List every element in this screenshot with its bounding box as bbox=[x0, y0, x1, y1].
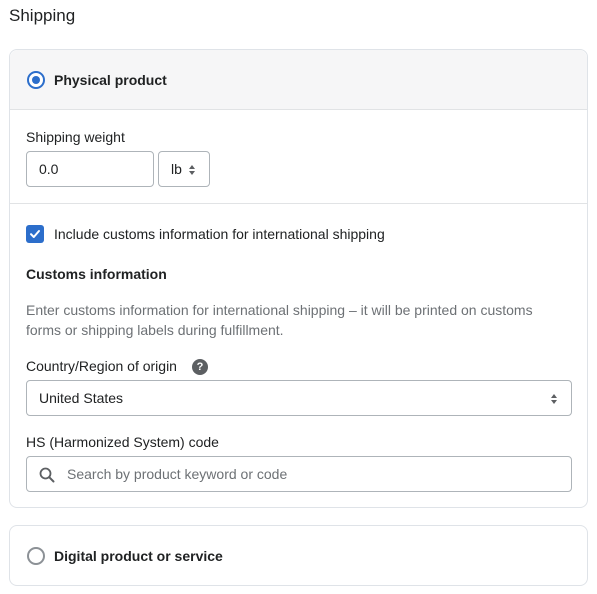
customs-checkbox[interactable] bbox=[26, 225, 44, 243]
digital-product-label: Digital product or service bbox=[54, 548, 223, 564]
checkmark-icon bbox=[30, 230, 40, 238]
country-origin-select[interactable]: United States bbox=[26, 380, 572, 416]
hs-code-label: HS (Harmonized System) code bbox=[26, 434, 219, 450]
customs-checkbox-label[interactable]: Include customs information for internat… bbox=[54, 226, 385, 242]
select-arrows-icon bbox=[189, 165, 196, 175]
hs-code-placeholder: Search by product keyword or code bbox=[67, 466, 288, 482]
physical-product-label: Physical product bbox=[54, 72, 167, 88]
physical-product-card: Physical product Shipping weight 0.0 lb … bbox=[9, 49, 588, 508]
physical-product-option[interactable]: Physical product bbox=[10, 50, 587, 110]
customs-help-line-1: Enter customs information for internatio… bbox=[26, 302, 533, 318]
customs-help-line-2: forms or shipping labels during fulfillm… bbox=[26, 322, 284, 338]
search-icon bbox=[39, 467, 55, 483]
weight-unit-select[interactable]: lb bbox=[158, 151, 210, 187]
select-arrows-icon bbox=[551, 394, 558, 404]
country-origin-value: United States bbox=[39, 390, 124, 406]
shipping-weight-input[interactable]: 0.0 bbox=[26, 151, 154, 187]
hs-code-search-input[interactable]: Search by product keyword or code bbox=[26, 456, 572, 492]
weight-unit-value: lb bbox=[171, 161, 182, 177]
digital-product-option[interactable]: Digital product or service bbox=[9, 525, 588, 586]
origin-label: Country/Region of origin bbox=[26, 358, 177, 374]
shipping-weight-label: Shipping weight bbox=[26, 129, 125, 145]
divider bbox=[10, 203, 587, 204]
question-circle-icon[interactable]: ? bbox=[192, 359, 208, 375]
digital-product-radio[interactable] bbox=[27, 547, 45, 565]
customs-heading: Customs information bbox=[26, 266, 167, 282]
physical-product-radio[interactable] bbox=[27, 71, 45, 89]
shipping-weight-value: 0.0 bbox=[39, 161, 59, 177]
section-title: Shipping bbox=[9, 6, 76, 25]
